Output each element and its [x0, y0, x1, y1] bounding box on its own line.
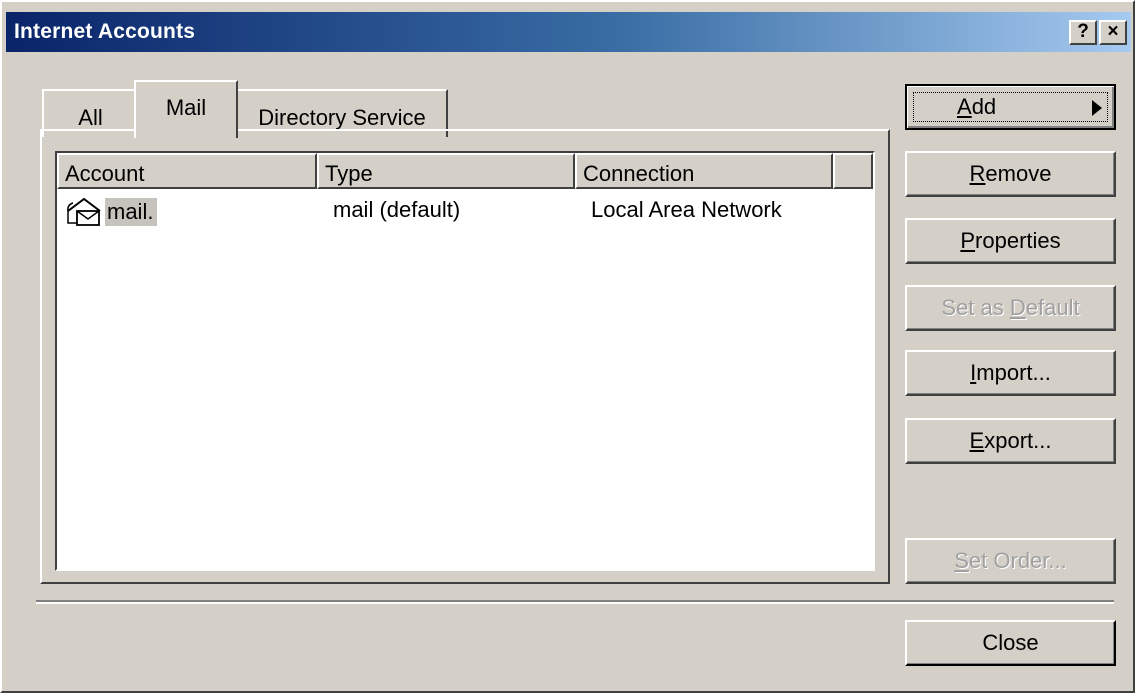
internet-accounts-dialog: Internet Accounts ? × All Directory Serv… [0, 0, 1135, 693]
focus-rectangle [913, 92, 1108, 122]
submenu-arrow-icon [1092, 100, 1102, 116]
account-connection: Local Area Network [591, 197, 782, 222]
properties-button-label: Properties [960, 228, 1061, 253]
tab-mail[interactable]: Mail [134, 80, 238, 138]
close-button[interactable]: Close [905, 620, 1116, 666]
column-header-account-label: Account [65, 161, 145, 186]
mail-account-icon [67, 197, 101, 226]
column-header-type[interactable]: Type [317, 153, 575, 189]
close-icon: × [1107, 21, 1119, 42]
add-button[interactable]: Add [905, 84, 1116, 130]
column-header-type-label: Type [325, 161, 373, 186]
column-header-filler [833, 153, 873, 189]
tab-directory-service-label: Directory Service [258, 105, 426, 130]
accounts-list[interactable]: Account Type Connection mail. mail (defa… [55, 151, 875, 571]
column-header-connection[interactable]: Connection [575, 153, 833, 189]
set-order-button[interactable]: Set Order... [905, 538, 1116, 584]
remove-button[interactable]: Remove [905, 151, 1116, 197]
import-button-label: Import... [970, 360, 1051, 385]
set-as-default-button-label: Set as Default [941, 295, 1080, 320]
close-window-button[interactable]: × [1099, 20, 1127, 45]
help-button[interactable]: ? [1069, 20, 1097, 45]
tab-mail-label: Mail [165, 95, 207, 120]
title-bar[interactable]: Internet Accounts ? × [6, 12, 1131, 52]
remove-button-label: Remove [969, 161, 1052, 186]
export-button-label: Export... [969, 428, 1052, 453]
tab-all-label: All [78, 105, 103, 130]
close-button-label: Close [982, 630, 1039, 655]
column-header-connection-label: Connection [583, 161, 695, 186]
account-type: mail (default) [333, 197, 461, 222]
export-button[interactable]: Export... [905, 418, 1116, 464]
list-item[interactable]: mail. mail (default) Local Area Network [57, 193, 873, 227]
account-cell: mail. [65, 195, 158, 229]
separator [36, 600, 1114, 604]
set-as-default-button[interactable]: Set as Default [905, 285, 1116, 331]
window-title: Internet Accounts [14, 20, 196, 43]
column-header-account[interactable]: Account [57, 153, 317, 189]
help-icon: ? [1077, 21, 1089, 42]
account-name: mail. [105, 198, 158, 226]
set-order-button-label: Set Order... [954, 548, 1067, 573]
add-button-label: Add [957, 94, 997, 119]
import-button[interactable]: Import... [905, 350, 1116, 396]
properties-button[interactable]: Properties [905, 218, 1116, 264]
